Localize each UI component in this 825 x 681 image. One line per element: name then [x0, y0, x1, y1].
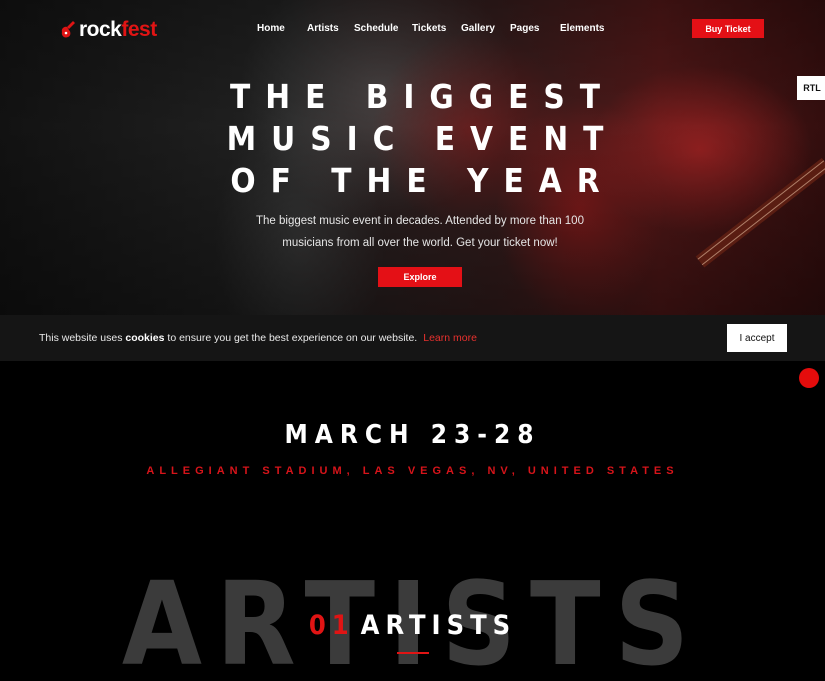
event-venue: ALLEGIANT STADIUM, LAS VEGAS, NV, UNITED… [146, 465, 679, 477]
nav-item-gallery[interactable]: Gallery [461, 23, 495, 34]
cookie-learn-more-link[interactable]: Learn more [423, 332, 477, 344]
nav-item-artists[interactable]: Artists [307, 23, 339, 34]
cookie-message: This website uses cookies to ensure you … [39, 332, 477, 344]
hero-subtitle-line-1: The biggest music event in decades. Atte… [256, 215, 584, 227]
hero-title-line-1: THE BIGGEST [229, 77, 616, 116]
nav-item-elements[interactable]: Elements [560, 23, 604, 34]
buy-ticket-button[interactable]: Buy Ticket [692, 19, 764, 38]
nav-item-home[interactable]: Home [257, 23, 285, 34]
event-date: MARCH 23-28 [284, 420, 541, 450]
scroll-indicator-dot[interactable] [799, 368, 819, 388]
hero-subtitle: The biggest music event in decades. Atte… [230, 210, 610, 254]
artists-underline [397, 652, 429, 654]
nav-item-schedule[interactable]: Schedule [354, 23, 398, 34]
cookie-consent-bar: This website uses cookies to ensure you … [0, 315, 825, 361]
artists-section-title: 01 ARTISTS [0, 610, 825, 641]
hero-subtitle-line-2: musicians from all over the world. Get y… [282, 237, 558, 249]
rtl-toggle-button[interactable]: RTL [797, 76, 825, 100]
artists-section-label: ARTISTS [360, 610, 517, 641]
hero-title-line-3: OF THE YEAR [230, 161, 615, 200]
nav-item-pages[interactable]: Pages [510, 23, 539, 34]
cookie-accept-button[interactable]: I accept [727, 324, 787, 352]
top-navigation: rock fest Home Artists Schedule Tickets G… [0, 0, 825, 56]
hero-title-line-2: MUSIC EVENT [226, 119, 619, 158]
cookie-text-after: to ensure you get the best experience on… [164, 332, 418, 344]
cookie-text-bold: cookies [125, 332, 165, 344]
nav-item-tickets[interactable]: Tickets [412, 23, 446, 34]
explore-button[interactable]: Explore [378, 267, 462, 287]
artists-section-number: 01 [308, 610, 355, 641]
cookie-text-before: This website uses [39, 332, 126, 344]
hero-title: THE BIGGEST MUSIC EVENT OF THE YEAR [0, 76, 825, 202]
